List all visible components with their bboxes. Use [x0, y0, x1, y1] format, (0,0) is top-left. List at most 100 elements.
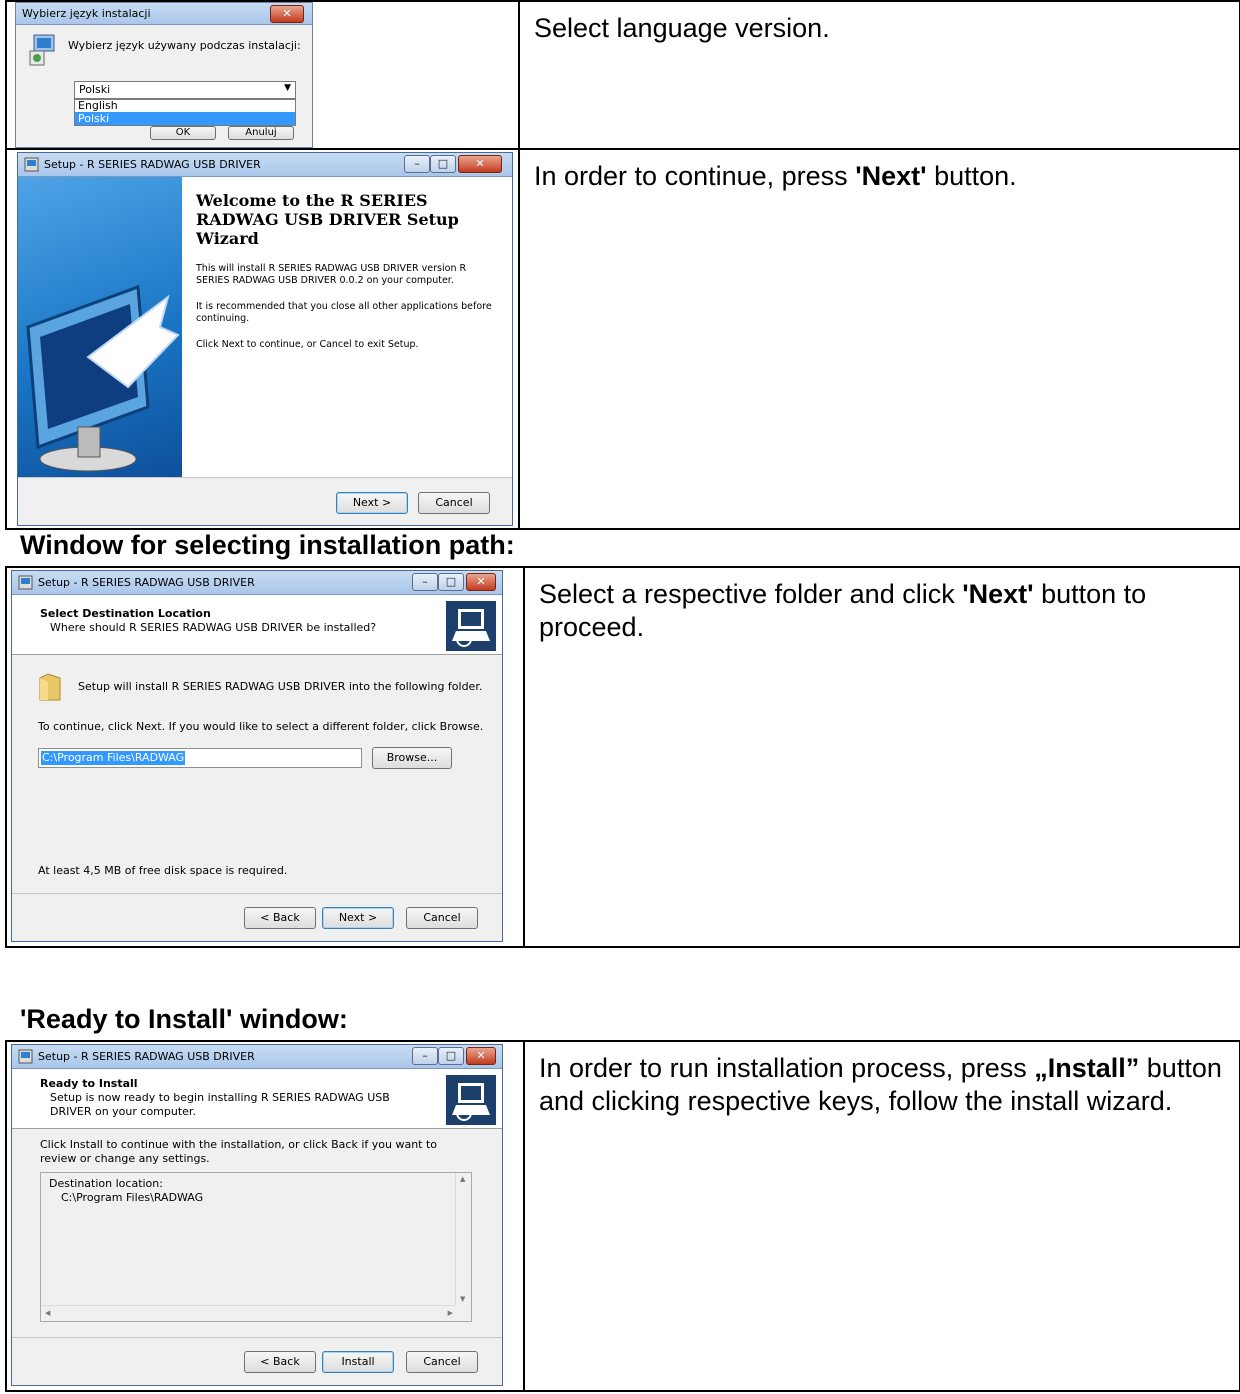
- ready-header: Ready to Install Setup is now ready to b…: [12, 1069, 502, 1129]
- welcome-dialog: Setup - R SERIES RADWAG USB DRIVER – □ ✕: [17, 152, 513, 526]
- language-option-polski[interactable]: Polski: [75, 112, 295, 125]
- language-option-english[interactable]: English: [75, 100, 295, 112]
- monitor-install-icon: [26, 284, 180, 472]
- path-header-title: Select Destination Location: [40, 607, 211, 620]
- horizontal-scrollbar[interactable]: ◀ ▶: [41, 1305, 457, 1321]
- close-icon: ✕: [476, 1049, 486, 1062]
- description-ready-prefix: In order to run installation process, pr…: [539, 1053, 1035, 1083]
- maximize-button[interactable]: □: [438, 573, 464, 591]
- language-select-value: Polski: [79, 83, 111, 96]
- ready-header-title: Ready to Install: [40, 1077, 138, 1090]
- cancel-button[interactable]: Cancel: [406, 907, 478, 929]
- description-path-bold: 'Next': [962, 579, 1034, 609]
- chevron-down-icon: ▼: [284, 83, 291, 93]
- description-cell-language: Select language version.: [518, 0, 1240, 150]
- setup-computer-icon: [446, 1075, 496, 1125]
- destination-path-value: C:\Program Files\RADWAG: [41, 751, 186, 765]
- language-dialog-titlebar: Wybierz język instalacji ✕: [16, 3, 312, 25]
- close-button[interactable]: ✕: [270, 5, 304, 23]
- description-cell-ready: In order to run installation process, pr…: [523, 1040, 1240, 1392]
- ok-button[interactable]: OK: [150, 126, 216, 140]
- minimize-icon: –: [414, 157, 420, 170]
- instructions-table-ready: Setup - R SERIES RADWAG USB DRIVER – □ ✕…: [5, 1040, 1240, 1392]
- welcome-para-2: It is recommended that you close all oth…: [196, 301, 492, 324]
- welcome-content: Welcome to the R SERIES RADWAG USB DRIVE…: [182, 177, 512, 479]
- scroll-left-icon[interactable]: ◀: [45, 1309, 50, 1317]
- maximize-button[interactable]: □: [438, 1047, 464, 1065]
- screenshot-cell-language: Wybierz język instalacji ✕ Wybierz język…: [5, 0, 520, 150]
- scroll-right-icon[interactable]: ▶: [448, 1309, 453, 1317]
- browse-button[interactable]: Browse...: [372, 747, 452, 769]
- installer-icon: [29, 34, 55, 66]
- welcome-dialog-titlebar: Setup - R SERIES RADWAG USB DRIVER – □ ✕: [18, 153, 512, 177]
- cancel-button[interactable]: Cancel: [406, 1351, 478, 1373]
- memo-destination-path: C:\Program Files\RADWAG: [61, 1191, 204, 1204]
- ready-dialog: Setup - R SERIES RADWAG USB DRIVER – □ ✕…: [11, 1044, 503, 1386]
- ready-memo[interactable]: Destination location: C:\Program Files\R…: [40, 1172, 472, 1322]
- setup-app-icon: [18, 575, 33, 590]
- vertical-scrollbar[interactable]: ▲ ▼: [455, 1173, 471, 1305]
- minimize-button[interactable]: –: [412, 1047, 438, 1065]
- install-button[interactable]: Install: [322, 1351, 394, 1373]
- path-dialog-titlebar: Setup - R SERIES RADWAG USB DRIVER – □ ✕: [12, 571, 502, 595]
- close-icon: ✕: [476, 575, 486, 588]
- description-cell-path: Select a respective folder and click 'Ne…: [523, 566, 1240, 948]
- description-path-prefix: Select a respective folder and click: [539, 579, 963, 609]
- cancel-button[interactable]: Anuluj: [228, 126, 294, 140]
- next-button[interactable]: Next >: [336, 492, 408, 514]
- maximize-button[interactable]: □: [430, 155, 456, 173]
- ready-footer: < Back Install Cancel: [12, 1337, 502, 1385]
- instructions-table-top: Wybierz język instalacji ✕ Wybierz język…: [5, 0, 1240, 530]
- destination-path-input[interactable]: C:\Program Files\RADWAG: [38, 748, 362, 768]
- screenshot-cell-ready: Setup - R SERIES RADWAG USB DRIVER – □ ✕…: [5, 1040, 525, 1392]
- setup-app-icon: [18, 1049, 33, 1064]
- ready-header-subtitle: Setup is now ready to begin installing R…: [50, 1091, 390, 1118]
- maximize-icon: □: [445, 1049, 457, 1062]
- path-dialog-title: Setup - R SERIES RADWAG USB DRIVER: [38, 576, 255, 589]
- path-footer: < Back Next > Cancel: [12, 893, 502, 941]
- welcome-para-3: Click Next to continue, or Cancel to exi…: [196, 339, 419, 350]
- close-button[interactable]: ✕: [466, 573, 496, 591]
- instructions-table-path: Setup - R SERIES RADWAG USB DRIVER – □ ✕…: [5, 566, 1240, 948]
- ready-dialog-title: Setup - R SERIES RADWAG USB DRIVER: [38, 1050, 255, 1063]
- path-header: Select Destination Location Where should…: [12, 595, 502, 655]
- minimize-icon: –: [422, 575, 428, 588]
- language-dropdown-list: English Polski: [74, 99, 296, 126]
- wizard-side-image: [18, 177, 182, 479]
- path-header-subtitle: Where should R SERIES RADWAG USB DRIVER …: [50, 621, 377, 634]
- cancel-button[interactable]: Cancel: [418, 492, 490, 514]
- back-button[interactable]: < Back: [244, 907, 316, 929]
- back-button[interactable]: < Back: [244, 1351, 316, 1373]
- next-button[interactable]: Next >: [322, 907, 394, 929]
- close-icon: ✕: [475, 157, 485, 170]
- description-welcome: In order to continue, press 'Next' butto…: [521, 151, 1238, 193]
- path-body: Setup will install R SERIES RADWAG USB D…: [12, 656, 502, 893]
- scroll-up-icon[interactable]: ▲: [460, 1175, 465, 1183]
- minimize-button[interactable]: –: [412, 573, 438, 591]
- maximize-icon: □: [445, 575, 457, 588]
- screenshot-cell-path: Setup - R SERIES RADWAG USB DRIVER – □ ✕…: [5, 566, 525, 948]
- language-dialog-title: Wybierz język instalacji: [22, 7, 151, 20]
- folder-icon: [39, 673, 61, 701]
- scroll-down-icon[interactable]: ▼: [460, 1295, 465, 1303]
- description-language: Select language version.: [534, 13, 830, 43]
- welcome-footer: Next > Cancel: [18, 477, 512, 525]
- heading-installation-path: Window for selecting installation path:: [20, 530, 515, 560]
- welcome-para-1: This will install R SERIES RADWAG USB DR…: [196, 263, 467, 286]
- language-select[interactable]: Polski ▼: [74, 81, 296, 99]
- close-button[interactable]: ✕: [466, 1047, 496, 1065]
- language-prompt: Wybierz język używany podczas instalacji…: [68, 39, 301, 52]
- close-button[interactable]: ✕: [458, 155, 502, 173]
- description-ready-bold: „Install”: [1034, 1053, 1140, 1083]
- folder-description: Setup will install R SERIES RADWAG USB D…: [78, 680, 483, 693]
- language-dialog: Wybierz język instalacji ✕ Wybierz język…: [15, 3, 313, 147]
- welcome-dialog-title: Setup - R SERIES RADWAG USB DRIVER: [44, 158, 261, 171]
- close-icon: ✕: [282, 7, 292, 20]
- description-welcome-suffix: button.: [926, 161, 1017, 191]
- heading-ready-to-install: 'Ready to Install' window:: [20, 1004, 348, 1034]
- ready-dialog-titlebar: Setup - R SERIES RADWAG USB DRIVER – □ ✕: [12, 1045, 502, 1069]
- description-ready: In order to run installation process, pr…: [526, 1043, 1238, 1118]
- minimize-button[interactable]: –: [404, 155, 430, 173]
- browse-instruction: To continue, click Next. If you would li…: [38, 720, 484, 733]
- disk-space-note: At least 4,5 MB of free disk space is re…: [38, 864, 288, 877]
